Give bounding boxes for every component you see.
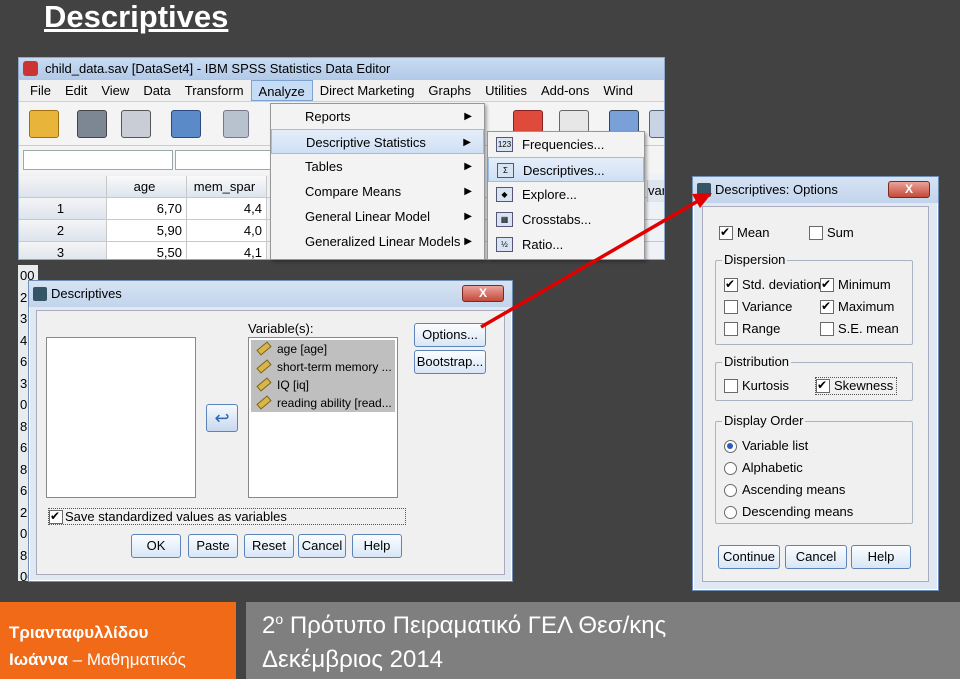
author-line: Ιωάννα – Μαθηματικός (9, 650, 186, 670)
author-name: Ιωάννα (9, 650, 68, 669)
footer-date: Δεκέμβριος 2014 (262, 646, 444, 673)
school-number: 2 (262, 612, 276, 639)
school-name: 2ο Πρότυπο Πειραματικό ΓΕΛ Θεσ/κης (262, 611, 666, 640)
footer-school-panel: 2ο Πρότυπο Πειραματικό ΓΕΛ Θεσ/κης Δεκέμ… (246, 602, 960, 679)
red-pointer-arrow (480, 193, 712, 329)
author-surname: Τριανταφυλλίδου (9, 623, 149, 642)
author-role: – Μαθηματικός (72, 650, 186, 669)
school-ordinal: ο (275, 611, 284, 627)
footer-author-panel: Τριανταφυλλίδου Ιωάννα – Μαθηματικός (0, 602, 236, 679)
school-text: Πρότυπο Πειραματικό ΓΕΛ Θεσ/κης (283, 612, 667, 639)
